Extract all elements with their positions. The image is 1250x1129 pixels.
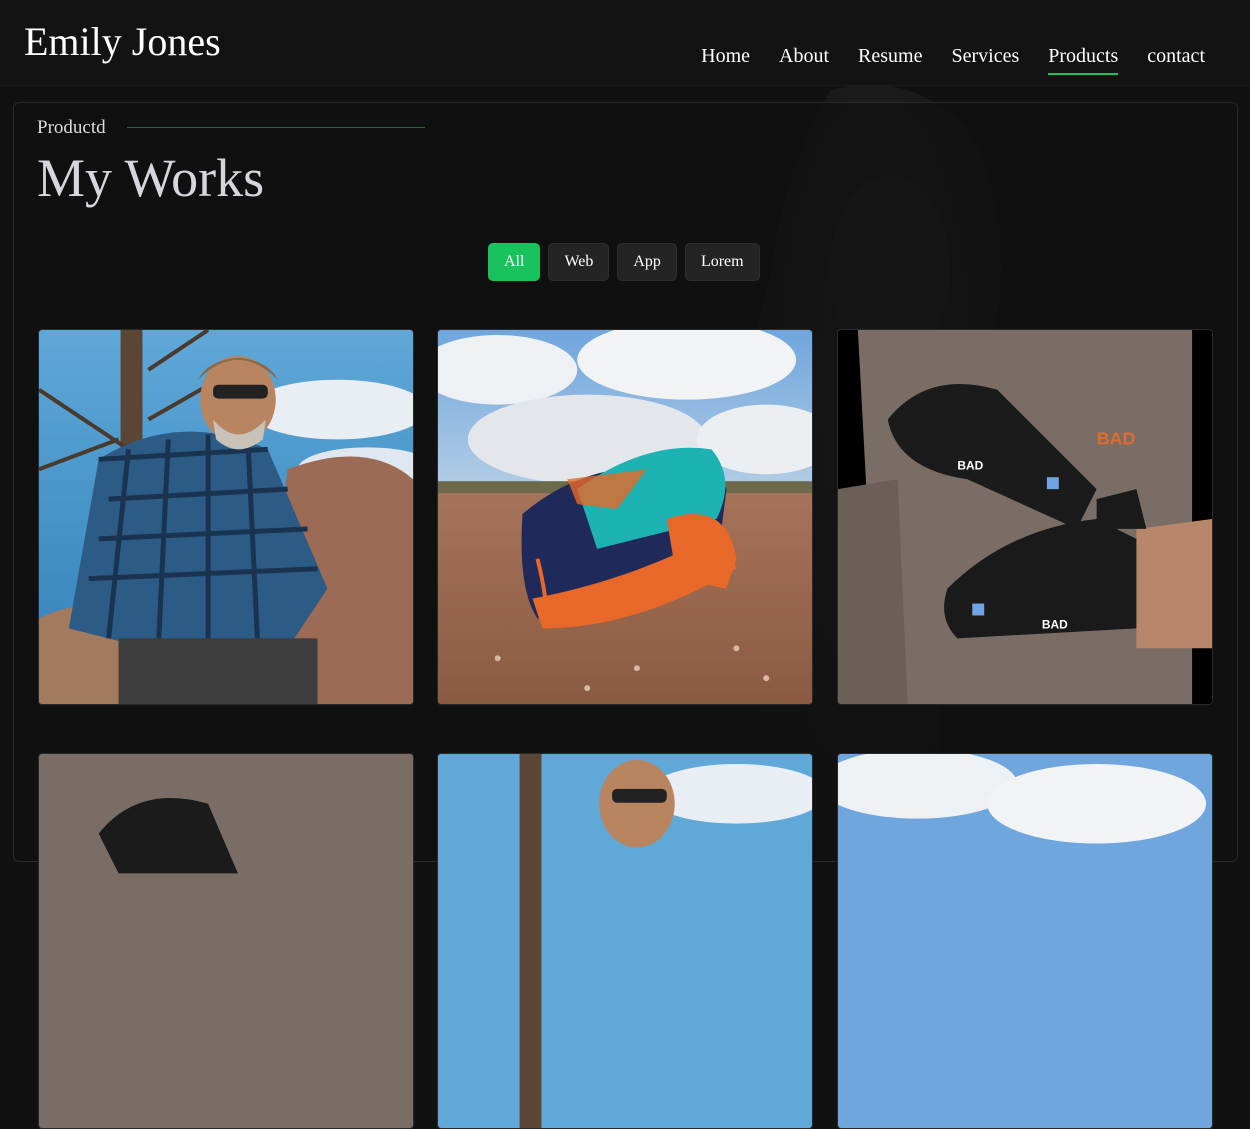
svg-text:BAD: BAD [1097,428,1136,448]
nav-contact[interactable]: contact [1147,42,1205,72]
section-title: My Works [37,148,265,208]
nav-services[interactable]: Services [951,42,1019,72]
main-nav: Home About Resume Services Products cont… [701,42,1205,75]
work-gloves-image: BAD BAD BAD [838,330,1212,704]
gallery-item-man-plaid[interactable] [38,329,414,705]
site-header: Emily Jones Home About Resume Services P… [0,0,1250,86]
gallery-item-shoe-2[interactable] [837,753,1213,1129]
filter-all-button[interactable]: All [488,243,541,281]
work-gloves-image-2 [39,754,413,1128]
filter-lorem-button[interactable]: Lorem [684,243,760,281]
gallery-item-gloves-2[interactable] [38,753,414,1129]
running-shoe-image [438,330,812,704]
man-in-plaid-shirt-image [39,330,413,704]
section-divider [127,127,425,128]
nav-products[interactable]: Products [1048,42,1119,75]
filter-web-button[interactable]: Web [548,243,610,281]
nav-home[interactable]: Home [701,42,750,72]
section-label: Productd [37,117,106,138]
gallery-item-shoe[interactable] [437,329,813,705]
gallery-item-man-plaid-2[interactable] [437,753,813,1129]
portfolio-filters: All Web App Lorem [488,243,760,281]
running-shoe-image-2 [838,754,1212,1128]
filter-app-button[interactable]: App [617,243,677,281]
site-logo[interactable]: Emily Jones [24,18,221,66]
man-in-plaid-shirt-image-2 [438,754,812,1128]
nav-resume[interactable]: Resume [858,42,922,72]
svg-text:BAD: BAD [1042,617,1068,631]
nav-about[interactable]: About [779,42,829,72]
svg-text:BAD: BAD [957,458,983,472]
gallery-item-gloves[interactable]: BAD BAD BAD [837,329,1213,705]
